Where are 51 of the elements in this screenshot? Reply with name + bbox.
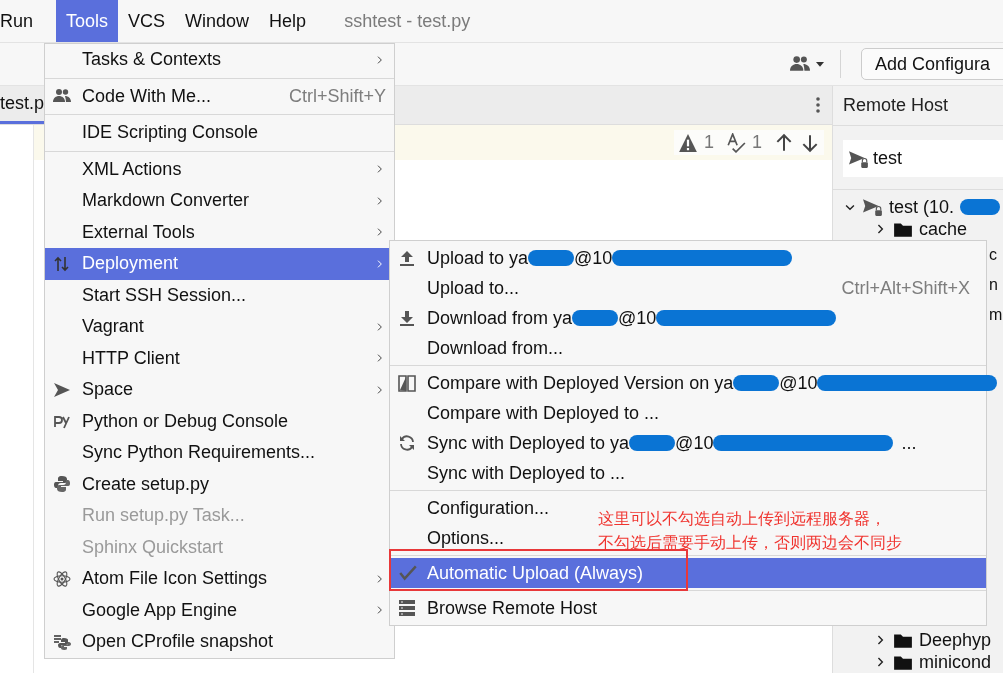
more-icon[interactable]: [816, 96, 820, 114]
tree-item[interactable]: n: [989, 276, 998, 294]
menu-bar-item[interactable]: Run: [0, 0, 44, 42]
python-logo-icon: [53, 475, 71, 494]
menu-item[interactable]: IDE Scripting Console: [45, 117, 394, 149]
annotation-text: 这里可以不勾选自动上传到远程服务器，: [598, 508, 887, 530]
tree-item[interactable]: Deephyp: [833, 629, 1003, 651]
menu-bar-item[interactable]: Help: [259, 0, 317, 42]
tree-item[interactable]: test (10.: [833, 196, 1003, 218]
sync-icon: [398, 434, 416, 452]
menu-item[interactable]: Code With Me... Ctrl+Shift+Y: [45, 80, 394, 112]
space-icon: [53, 380, 71, 399]
menu-item[interactable]: Markdown Converter: [45, 185, 394, 217]
send-lock-icon: [849, 148, 869, 169]
redaction-mark: [572, 310, 619, 326]
profiler-icon: [53, 632, 71, 651]
typo-count: 1: [752, 132, 762, 153]
menu-item[interactable]: Options...: [390, 523, 513, 553]
redaction-mark: [629, 435, 676, 451]
download-icon: [398, 309, 416, 327]
atom-icon: [53, 569, 71, 588]
server-icon: [398, 599, 416, 617]
up-down-arrows-icon: [53, 254, 71, 273]
add-configuration-button[interactable]: Add Configura: [861, 48, 1003, 80]
tree-item[interactable]: minicond: [833, 651, 1003, 673]
send-lock-icon: [863, 197, 883, 217]
arrow-down-icon: [800, 132, 820, 153]
tree-item[interactable]: c: [989, 246, 997, 264]
redaction-mark: [528, 250, 575, 266]
panel-title: Remote Host: [833, 86, 1003, 126]
tree-item[interactable]: m: [989, 306, 1003, 324]
menu-bar-item[interactable]: VCS: [118, 0, 176, 42]
menu-item[interactable]: Automatic Upload (Always): [390, 558, 986, 588]
redaction-mark: [733, 375, 780, 391]
people-icon: [790, 54, 810, 74]
spelling-icon: [726, 132, 746, 153]
compare-icon: [398, 374, 416, 392]
window-title: sshtest - test.py: [344, 9, 471, 33]
menu-item[interactable]: XML Actions: [45, 153, 394, 185]
menu-item[interactable]: Open CProfile snapshot: [45, 626, 394, 658]
redaction-mark: [960, 199, 1001, 215]
menu-bar-item[interactable]: Window: [175, 0, 260, 42]
arrow-up-icon: [774, 132, 794, 153]
server-selector[interactable]: test: [843, 140, 1003, 177]
menu-item[interactable]: Tasks & Contexts: [45, 44, 394, 76]
warning-count: 1: [703, 132, 714, 153]
menu-bar-item[interactable]: Tools: [56, 0, 119, 42]
upload-icon: [398, 249, 416, 267]
tree-item[interactable]: cache: [833, 218, 1003, 240]
code-with-me-button[interactable]: [790, 54, 826, 74]
annotation-text: 不勾选后需要手动上传，否则两边会不同步: [598, 532, 902, 554]
